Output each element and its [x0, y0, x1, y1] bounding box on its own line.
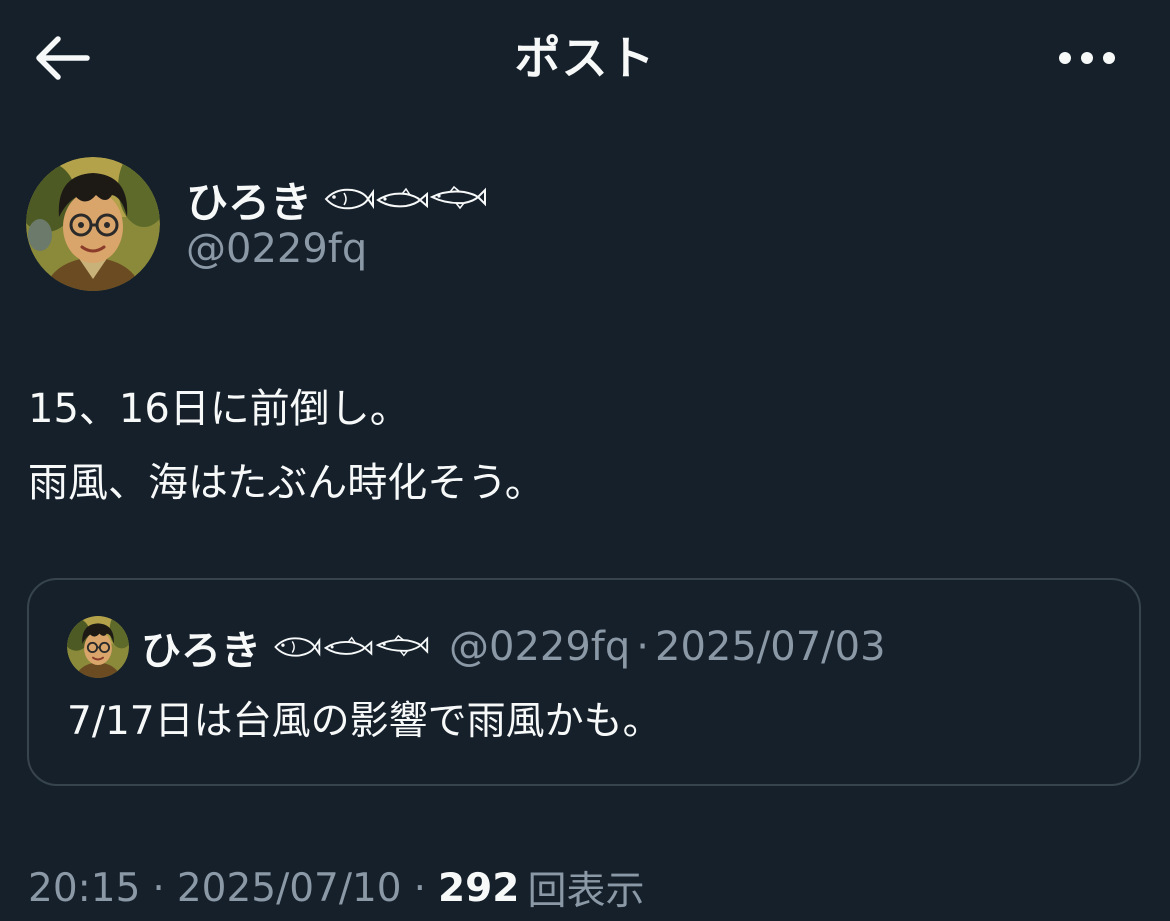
- quoted-author-avatar: [67, 616, 129, 678]
- post-text-line: 15、16日に前倒し。: [28, 386, 410, 432]
- fish-icon: [323, 636, 373, 656]
- author-avatar[interactable]: [26, 157, 160, 291]
- fish-icon: [430, 185, 487, 210]
- views-count[interactable]: 292: [438, 866, 519, 911]
- post-time: 20:15: [28, 865, 141, 911]
- more-options-button[interactable]: [1052, 30, 1122, 86]
- post-text: 15、16日に前倒し。 雨風、海はたぶん時化そう。: [28, 372, 545, 520]
- page-title: ポスト: [514, 31, 656, 85]
- quoted-post-header: ひろき @0229fq · 2025/07/03: [141, 618, 886, 676]
- quoted-post-date: 2025/07/03: [655, 624, 886, 670]
- avatar-illustration: [67, 616, 129, 678]
- top-nav-bar: ポスト: [0, 0, 1170, 118]
- quoted-post-card[interactable]: ひろき @0229fq · 2025/07/03 7/17日は台風の影響で雨風か…: [27, 578, 1141, 786]
- fish-icon: [274, 637, 321, 657]
- author-name-text: ひろき: [186, 177, 313, 227]
- meta-separator: ·: [413, 865, 427, 911]
- author-handle[interactable]: @0229fq: [186, 226, 367, 272]
- fish-icon: [324, 188, 375, 210]
- meta-separator: ·: [636, 624, 649, 670]
- quoted-author-name: ひろき: [141, 628, 261, 674]
- quoted-author-handle: @0229fq: [449, 624, 631, 670]
- post-detail-page: ポスト ひろき @0229fq 15、16日に前倒し。 雨風、海はたぶん時化そう…: [0, 0, 1170, 921]
- author-display-name[interactable]: ひろき: [186, 170, 487, 228]
- post-metadata: 20:15 · 2025/07/10 · 292 回表示: [28, 860, 644, 916]
- name-emoji-group: [271, 633, 429, 661]
- fish-icon: [375, 634, 429, 657]
- name-emoji-group: [322, 184, 487, 214]
- avatar-illustration: [26, 157, 160, 291]
- fish-icon: [376, 187, 429, 209]
- meta-separator: ·: [152, 865, 165, 911]
- quoted-post-text: 7/17日は台風の影響で雨風かも。: [67, 699, 662, 744]
- more-horizontal-icon: [1059, 52, 1115, 64]
- views-label: 回表示: [527, 869, 645, 914]
- post-text-line: 雨風、海はたぶん時化そう。: [28, 460, 545, 506]
- post-date: 2025/07/10: [176, 865, 402, 911]
